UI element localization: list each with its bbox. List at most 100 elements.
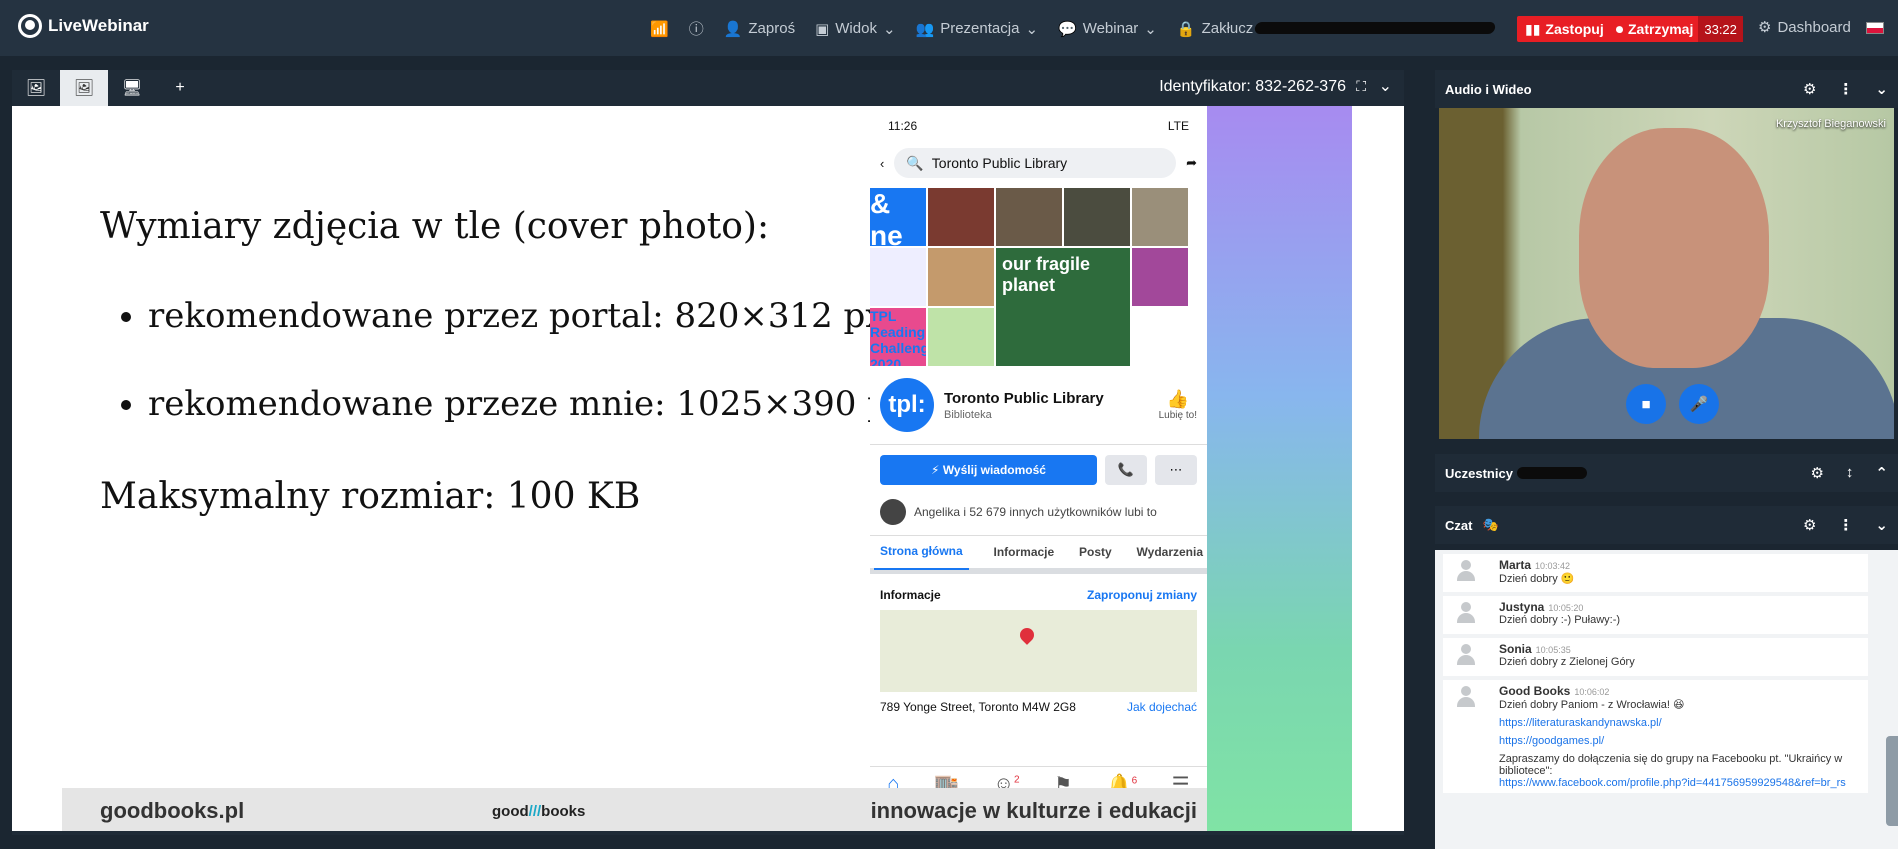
presentation-menu[interactable]: 👥 Prezentacja ⌄	[916, 20, 1038, 38]
page-name: Toronto Public Library	[944, 389, 1104, 407]
layout-icon: ▣	[815, 20, 830, 38]
directions-link: Jak dojechać	[1126, 700, 1197, 714]
side-drawer-tab[interactable]	[1886, 736, 1898, 826]
resize-icon[interactable]: ⋮	[1838, 516, 1853, 534]
dashboard-link[interactable]: ⚙ Dashboard	[1758, 18, 1851, 37]
cover-tile	[928, 188, 994, 246]
users-icon: 👥	[915, 20, 935, 38]
video-feed: Krzysztof Bieganowski ■ 🎤	[1439, 108, 1894, 439]
max-size-text: Maksymalny rozmiar: 100 KB	[100, 476, 641, 517]
likers-row: Angelika i 52 679 innych użytkowników lu…	[870, 495, 1207, 536]
cover-mosaic: & ne our fragile planet TPL Reading Chal…	[870, 188, 1207, 366]
message-button: ⚡ Wyślij wiadomość	[880, 455, 1097, 485]
gear-icon[interactable]: ⚙	[1810, 464, 1823, 482]
cover-tile: TPL Reading Challenge 2020	[870, 308, 926, 366]
emoji-avatar-icon: 🎭	[1482, 517, 1499, 532]
stop-button[interactable]: ▮▮ Zastopuj	[1517, 16, 1612, 42]
chat-messages: Marta 10:03:42 Dzień dobry 🙂 Justyna 10:05…	[1435, 550, 1898, 849]
slide-bullets: rekomendowane przez portal: 820×312 px r…	[148, 296, 908, 472]
gear-icon: ⚙	[1758, 19, 1772, 36]
add-user-icon: 👤	[723, 20, 743, 38]
cover-tile: our fragile planet	[996, 248, 1130, 366]
chevron-down-icon: ⌄	[1144, 20, 1157, 38]
chat-message: Sonia 10:05:35 Dzień dobry z Zielonej Gór…	[1443, 638, 1868, 676]
chat-link[interactable]: https://literaturaskandynawska.pl/	[1499, 717, 1862, 729]
footer-website: goodbooks.pl	[100, 798, 245, 823]
finish-button[interactable]: 🔒 Zakłucz	[1177, 20, 1253, 38]
user-avatar-icon	[1457, 686, 1475, 708]
cover-tile: & ne	[870, 188, 926, 246]
phone-time: 11:26	[888, 119, 918, 133]
cover-tile	[928, 308, 994, 366]
phone-network: LTE	[1167, 119, 1189, 133]
presentation-panel: 🖼 🖼 🖥 + Identyfikator: 832-262-376 ⛶ ⌄ W…	[12, 70, 1404, 835]
like-button: 👍 Lubię to!	[1158, 389, 1197, 421]
chevron-down-icon[interactable]: ⌄	[1875, 80, 1888, 98]
tab-image-1[interactable]: 🖼	[12, 70, 60, 106]
bullet-item: rekomendowane przez portal: 820×312 px	[148, 296, 908, 336]
image-icon: 🖼	[25, 80, 47, 97]
webinar-identifier: Identyfikator: 832-262-376	[1159, 78, 1346, 95]
gear-icon[interactable]: ⚙	[1803, 80, 1816, 98]
camera-button[interactable]: ■	[1626, 384, 1666, 424]
page-type: Biblioteka	[944, 408, 992, 421]
av-panel-header: Audio i Wideo ⚙ ⋮ ⌄	[1435, 70, 1898, 108]
fb-actions: ⚡ Wyślij wiadomość 📞 ⋯	[870, 445, 1207, 495]
redacted-text	[1253, 22, 1497, 34]
slide-footer: goodbooks.pl good///books innowacje w ku…	[62, 788, 1207, 831]
chevron-down-icon[interactable]: ⌄	[1875, 516, 1888, 534]
back-arrow-icon: ‹	[880, 155, 885, 171]
gear-icon[interactable]: ⚙	[1803, 516, 1816, 534]
right-sidebar: Audio i Wideo ⚙ ⋮ ⌄ Krzysztof Bieganowsk…	[1435, 70, 1898, 849]
slide-title: Wymiary zdjęcia w tle (cover photo):	[100, 206, 770, 247]
avatar	[880, 499, 906, 525]
more-icon: ⋯	[1155, 455, 1197, 485]
search-icon: 🔍	[906, 154, 924, 171]
plus-icon: +	[175, 79, 185, 96]
address-row: 789 Yonge Street, Toronto M4W 2G8 Jak do…	[870, 692, 1207, 722]
language-flag-icon[interactable]	[1866, 22, 1884, 34]
resize-icon[interactable]: ⋮	[1838, 80, 1853, 98]
chat-bubble-icon: 💬	[1058, 20, 1077, 38]
chevron-down-icon[interactable]: ⌄	[1379, 76, 1392, 96]
record-button[interactable]: ⏺ Zatrzymaj 33:22	[1608, 16, 1743, 42]
top-bar: LiveWebinar 📶 ⓘ 👤 Zaproś ▣ Widok ⌄ 👥 Prez…	[0, 0, 1898, 56]
redacted-count	[1516, 467, 1587, 479]
chevron-down-icon: ⌄	[1025, 20, 1039, 38]
app-logo[interactable]: LiveWebinar	[18, 14, 149, 38]
chat-message: Good Books 10:06:02 Dzień dobry Paniom - …	[1443, 680, 1868, 793]
record-timer: 33:22	[1698, 16, 1743, 42]
view-menu[interactable]: ▣ Widok ⌄	[815, 20, 895, 38]
wifi-icon[interactable]: 📶	[650, 20, 669, 38]
footer-tagline: innowacje w kulturze i edukacji	[870, 798, 1197, 823]
info-icon[interactable]: ⓘ	[689, 18, 704, 39]
tab-image-2[interactable]: 🖼	[60, 70, 108, 106]
chat-panel-header: Czat 🎭 ⚙ ⋮ ⌄	[1435, 506, 1898, 544]
chat-link[interactable]: https://goodgames.pl/	[1499, 735, 1862, 747]
fullscreen-icon[interactable]: ⛶	[1356, 78, 1366, 95]
mic-button[interactable]: 🎤	[1679, 384, 1719, 424]
cover-tile	[1064, 188, 1130, 246]
user-avatar-icon	[1457, 560, 1475, 582]
add-tab-button[interactable]: +	[156, 70, 204, 106]
cover-tile	[1132, 248, 1188, 306]
fb-tab: Wydarzenia	[1136, 545, 1203, 559]
fb-search-bar: ‹ 🔍 Toronto Public Library ➦	[870, 146, 1207, 180]
invite-button[interactable]: 👤 Zaproś	[724, 20, 795, 38]
logo-icon	[18, 14, 42, 38]
speaker-name: Krzysztof Bieganowski	[1775, 118, 1886, 130]
top-nav: 📶 ⓘ 👤 Zaproś ▣ Widok ⌄ 👥 Prezentacja ⌄ 💬 W…	[650, 18, 1253, 39]
webinar-menu[interactable]: 💬 Webinar ⌄	[1058, 20, 1157, 38]
suggest-edit: Zaproponuj zmiany	[1086, 588, 1197, 602]
chat-link[interactable]: https://www.facebook.com/profile.php?id=…	[1499, 777, 1862, 789]
lock-icon: 🔒	[1176, 20, 1196, 38]
chevron-up-icon[interactable]: ⌃	[1875, 464, 1888, 482]
gradient-strip	[1207, 106, 1352, 831]
share-icon: ➦	[1186, 155, 1197, 170]
resize-icon[interactable]: ↕	[1846, 464, 1854, 482]
app-name: LiveWebinar	[48, 16, 149, 35]
tab-screen[interactable]: 🖥	[108, 70, 156, 106]
page-avatar: tpl:	[880, 378, 934, 432]
fb-tabs: Strona główna Informacje Posty Wydarzeni…	[870, 536, 1207, 574]
image-icon: 🖼	[73, 80, 95, 97]
